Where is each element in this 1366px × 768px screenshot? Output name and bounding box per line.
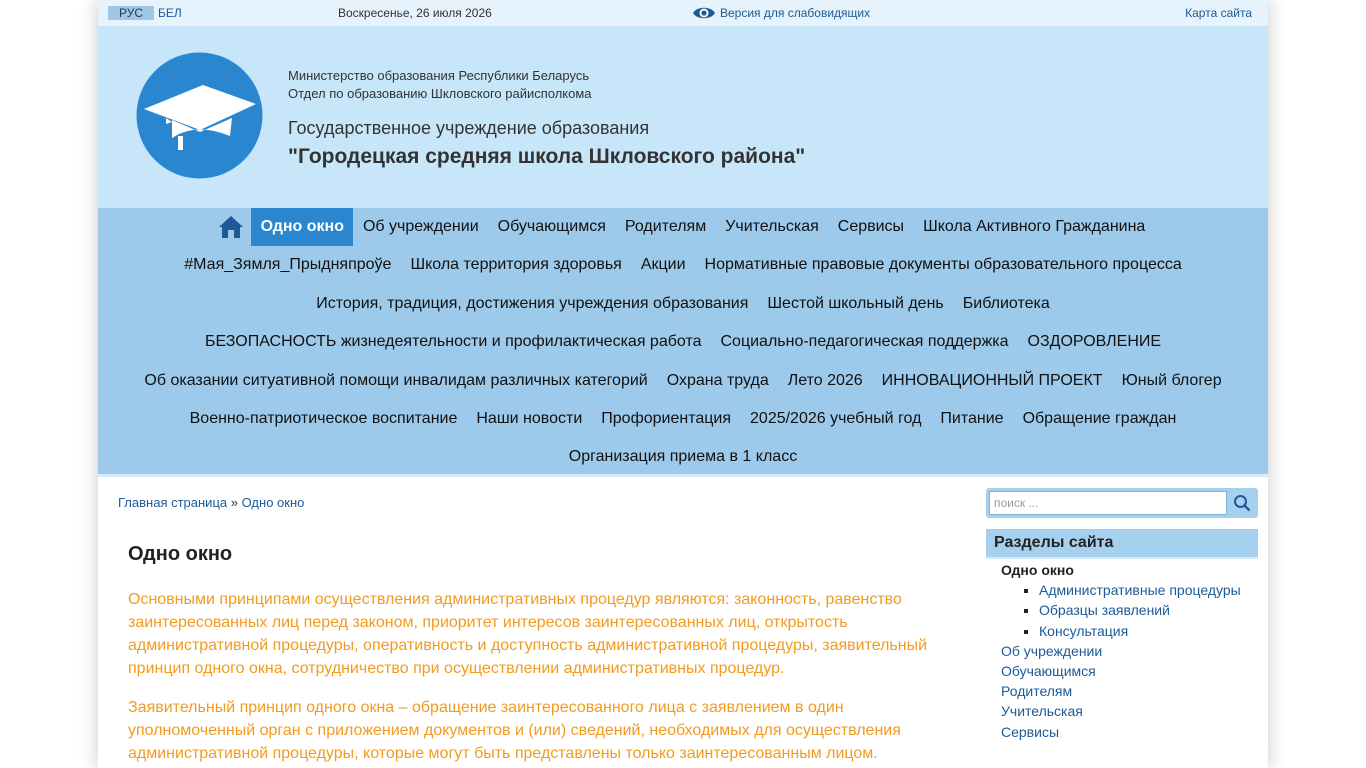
nav-item[interactable]: Шестой школьный день [758, 285, 953, 323]
nav-row: Одно окно Об учреждении Обучающимся Родител… [98, 208, 1268, 246]
home-icon[interactable] [211, 208, 251, 246]
site-header: Министерство образования Республики Бела… [98, 27, 1268, 208]
nav-row: Организация приема в 1 класс [98, 438, 1268, 476]
nav-row: #Мая_Зямля_Прыдняпроўе Школа территория з… [98, 246, 1268, 284]
search-icon [1233, 495, 1250, 512]
graduation-cap-logo-icon[interactable] [136, 52, 263, 179]
sidebar-item[interactable]: Родителям [1001, 681, 1256, 701]
nav-item[interactable]: Питание [931, 400, 1013, 438]
sidebar-item[interactable]: Обучающимся [1001, 661, 1256, 681]
department-name: Отдел по образованию Шкловского райиспол… [288, 86, 592, 101]
nav-item[interactable]: Военно-патриотическое воспитание [180, 400, 467, 438]
nav-item[interactable]: Юный блогер [1112, 362, 1231, 400]
lang-ru-link[interactable]: РУС [108, 6, 154, 20]
current-date: Воскресенье, 26 июля 2026 [338, 6, 492, 20]
page-title: Одно окно [128, 543, 233, 565]
nav-item[interactable]: Одно окно [251, 208, 354, 246]
sidebar-item-current[interactable]: Одно окно [1001, 560, 1256, 580]
nav-item[interactable]: Профориентация [592, 400, 741, 438]
nav-item[interactable]: Акции [631, 246, 695, 284]
nav-item[interactable]: Охрана труда [657, 362, 778, 400]
sidebar-submenu: Административные процедуры Образцы заявл… [1039, 580, 1256, 641]
institution-name: "Городецкая средняя школа Шкловского рай… [288, 145, 806, 168]
nav-item[interactable]: Социально-педагогическая поддержка [711, 323, 1018, 361]
search-input[interactable] [989, 491, 1227, 515]
ministry-name: Министерство образования Республики Бела… [288, 68, 590, 83]
top-bar: РУС БЕЛ Воскресенье, 26 июля 2026 Версия… [98, 0, 1268, 27]
sidebar-subitem-link[interactable]: Административные процедуры [1039, 582, 1241, 598]
nav-item[interactable]: Обучающимся [488, 208, 615, 246]
low-vision-link[interactable]: Версия для слабовидящих [692, 3, 870, 23]
nav-row: История, традиция, достижения учреждения… [98, 285, 1268, 323]
sidebar-subitem-link[interactable]: Образцы заявлений [1039, 602, 1170, 618]
nav-item[interactable]: Обращение граждан [1013, 400, 1186, 438]
nav-item[interactable]: Школа Активного Гражданина [914, 208, 1155, 246]
sitemap-link[interactable]: Карта сайта [1185, 6, 1252, 20]
breadcrumb-separator: » [230, 495, 238, 510]
institution-type: Государственное учреждение образования [288, 118, 650, 138]
main-nav: Одно окно Об учреждении Обучающимся Родител… [98, 208, 1268, 477]
nav-item[interactable]: ОЗДОРОВЛЕНИЕ [1018, 323, 1171, 361]
nav-item[interactable]: Учительская [716, 208, 829, 246]
sidebar-subitem: Административные процедуры [1039, 580, 1256, 600]
sidebar-subitem-link[interactable]: Консультация [1039, 623, 1128, 639]
nav-row: Об оказании ситуативной помощи инвалидам… [98, 362, 1268, 400]
nav-item[interactable]: Организация приема в 1 класс [559, 438, 806, 476]
sidebar-item[interactable]: Об учреждении [1001, 641, 1256, 661]
sidebar-subitem: Консультация [1039, 621, 1256, 641]
nav-item[interactable]: Школа территория здоровья [401, 246, 631, 284]
nav-item[interactable]: 2025/2026 учебный год [741, 400, 931, 438]
sidebar-item[interactable]: Учительская [1001, 701, 1256, 721]
nav-item[interactable]: Об оказании ситуативной помощи инвалидам… [135, 362, 657, 400]
sidebar-item[interactable]: Сервисы [1001, 722, 1256, 742]
nav-row: БЕЗОПАСНОСТЬ жизнедеятельности и профила… [98, 323, 1268, 361]
nav-item[interactable]: Наши новости [467, 400, 592, 438]
breadcrumb: Главная страница » Одно окно [118, 495, 304, 510]
nav-item[interactable]: Библиотека [953, 285, 1059, 323]
breadcrumb-current-link[interactable]: Одно окно [242, 495, 305, 510]
search-button[interactable] [1228, 491, 1255, 515]
nav-item[interactable]: БЕЗОПАСНОСТЬ жизнедеятельности и профила… [195, 323, 711, 361]
nav-item[interactable]: Об учреждении [353, 208, 488, 246]
sidebar-subitem: Образцы заявлений [1039, 600, 1256, 620]
eye-icon [693, 7, 715, 19]
paragraph-principles: Основными принципами осуществления админ… [128, 591, 928, 677]
sidebar-heading: Разделы сайта [986, 529, 1258, 559]
nav-item[interactable]: ИННОВАЦИОННЫЙ ПРОЕКТ [872, 362, 1112, 400]
nav-item[interactable]: Родителям [615, 208, 715, 246]
paragraph-one-window: Заявительный принцип одного окна – обращ… [128, 699, 901, 762]
nav-item[interactable]: История, традиция, достижения учреждения… [307, 285, 758, 323]
nav-item[interactable]: Нормативные правовые документы образоват… [695, 246, 1191, 284]
low-vision-label: Версия для слабовидящих [720, 6, 871, 20]
nav-item[interactable]: Лето 2026 [778, 362, 872, 400]
ministry-text: Министерство образования Республики Бела… [288, 67, 592, 103]
sidebar-menu: Одно окно Административные процедуры Обр… [1001, 560, 1256, 742]
page: РУС БЕЛ Воскресенье, 26 июля 2026 Версия… [98, 0, 1268, 768]
lang-be-link[interactable]: БЕЛ [155, 6, 185, 20]
nav-item[interactable]: Сервисы [828, 208, 913, 246]
search-form [986, 488, 1258, 518]
nav-item[interactable]: #Мая_Зямля_Прыдняпроўе [175, 246, 401, 284]
nav-row: Военно-патриотическое воспитание Наши нов… [98, 400, 1268, 438]
breadcrumb-home-link[interactable]: Главная страница [118, 495, 227, 510]
